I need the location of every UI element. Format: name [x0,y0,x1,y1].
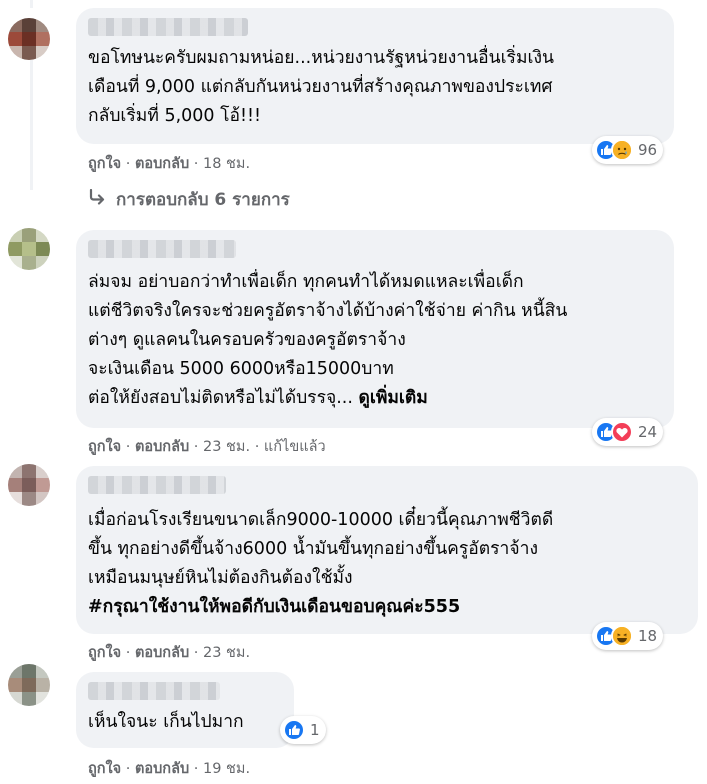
reaction-count: 18 [638,627,658,645]
reaction-summary[interactable]: 18 [592,622,664,650]
sad-icon [611,139,633,161]
commenter-name[interactable] [88,240,236,258]
comment-text: ล่มจม อย่าบอกว่าทำเพื่อเด็ก ทุกคนทำได้หม… [88,272,568,408]
reply-button[interactable]: ตอบกลับ [135,645,189,661]
edited-label: แก้ไขแล้ว [263,439,326,455]
reaction-summary[interactable]: 1 [280,716,326,744]
see-more-link[interactable]: ดูเพิ่มเติม [359,388,428,408]
like-button[interactable]: ถูกใจ [88,156,121,172]
like-icon [283,719,305,741]
thread-line [30,60,33,190]
reply-arrow-icon [88,188,106,210]
reply-button[interactable]: ตอบกลับ [135,439,189,455]
comment-bubble: เห็นใจนะ เก็นไปมาก [76,672,294,748]
timestamp[interactable]: 18 ชม. [203,156,250,172]
commenter-name[interactable] [88,476,226,494]
reply-button[interactable]: ตอบกลับ [135,156,189,172]
hashtag-link[interactable]: #กรุณาใช้งานให้พอดีกับเงินเดือนขอบคุณค่ะ… [88,597,460,617]
haha-icon [611,625,633,647]
comment-actions: ถูกใจ · ตอบกลับ · 23 ชม. [88,645,251,661]
comment-actions: ถูกใจ · ตอบกลับ · 19 ชม. [88,761,251,777]
timestamp[interactable]: 23 ชม. [203,439,250,455]
comment-text: เห็นใจนะ เก็นไปมาก [88,712,244,732]
timestamp[interactable]: 23 ชม. [203,645,250,661]
avatar[interactable] [8,228,50,270]
comment-bubble: ขอโทษนะครับผมถามหน่อย...หน่วยงานรัฐหน่วย… [76,8,674,144]
comment-bubble: เมื่อก่อนโรงเรียนขนาดเล็ก9000-10000 เดี๋… [76,466,698,634]
reaction-count: 1 [310,721,320,739]
comment-actions: ถูกใจ · ตอบกลับ · 23 ชม. · แก้ไขแล้ว [88,439,326,455]
comment-text: เมื่อก่อนโรงเรียนขนาดเล็ก9000-10000 เดี๋… [88,510,554,617]
avatar[interactable] [8,464,50,506]
comment-bubble: ล่มจม อย่าบอกว่าทำเพื่อเด็ก ทุกคนทำได้หม… [76,230,674,428]
like-button[interactable]: ถูกใจ [88,645,121,661]
thread-line [30,0,33,8]
like-button[interactable]: ถูกใจ [88,761,121,777]
reaction-summary[interactable]: 96 [592,136,664,164]
avatar[interactable] [8,664,50,706]
like-button[interactable]: ถูกใจ [88,439,121,455]
avatar[interactable] [8,18,50,60]
reaction-count: 24 [638,423,658,441]
reaction-summary[interactable]: 24 [592,418,664,446]
reaction-count: 96 [638,141,658,159]
heart-icon [611,421,633,443]
timestamp[interactable]: 19 ชม. [203,761,250,777]
view-replies-link[interactable]: การตอบกลับ 6 รายการ [88,186,290,213]
commenter-name[interactable] [88,682,220,700]
comment-text: ขอโทษนะครับผมถามหน่อย...หน่วยงานรัฐหน่วย… [88,48,554,126]
comment-actions: ถูกใจ · ตอบกลับ · 18 ชม. [88,156,251,172]
commenter-name[interactable] [88,18,248,36]
reply-button[interactable]: ตอบกลับ [135,761,189,777]
